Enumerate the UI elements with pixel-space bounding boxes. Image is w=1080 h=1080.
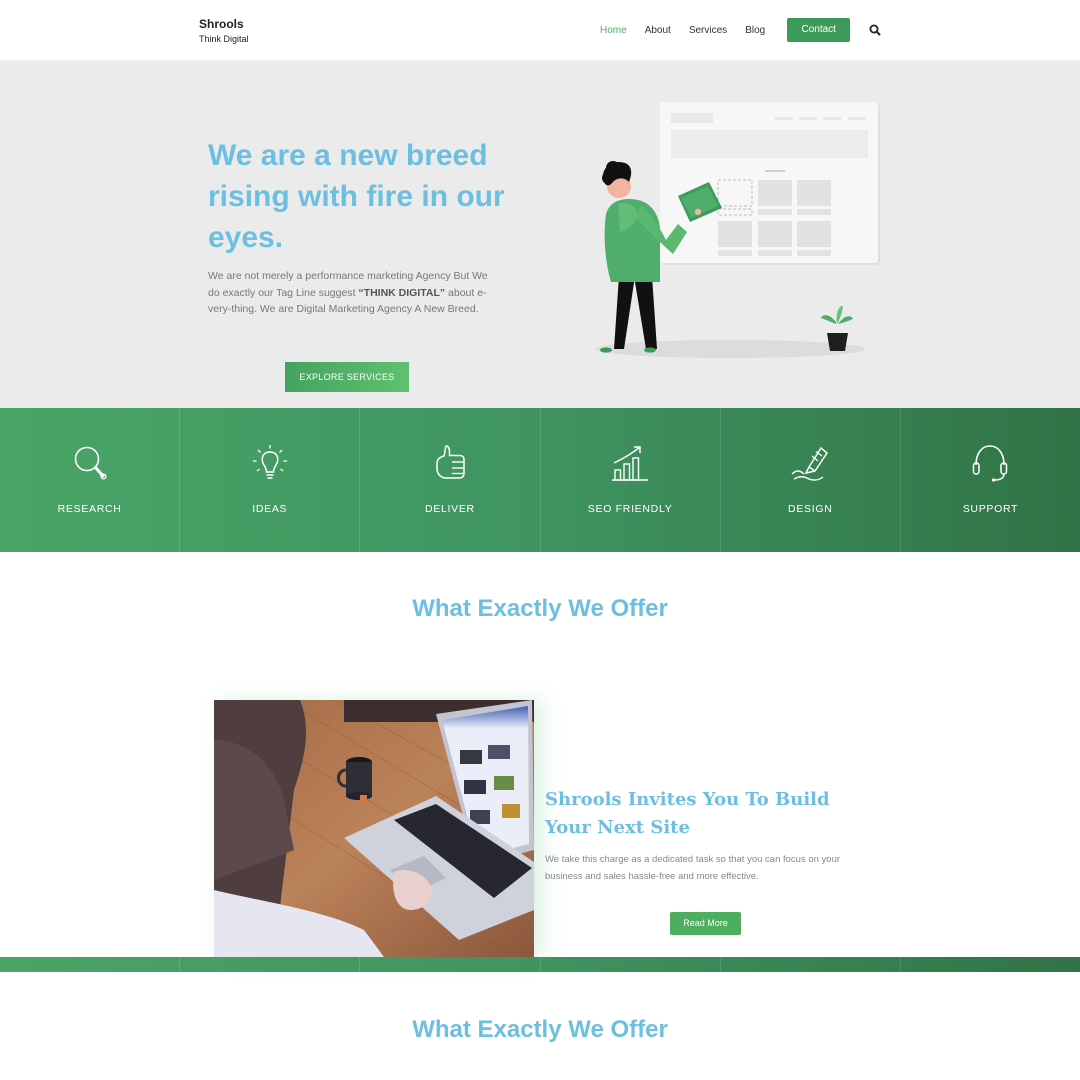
brand-name: Shrools <box>199 17 244 31</box>
feature-support[interactable]: SUPPORT <box>901 408 1080 552</box>
strip-segment <box>360 957 541 972</box>
hero-illustration <box>595 102 880 358</box>
hero-description: We are not merely a performance marketin… <box>208 268 498 318</box>
laptop-photo <box>214 700 534 957</box>
contact-button[interactable]: Contact <box>787 18 851 42</box>
lightbulb-icon <box>252 445 287 479</box>
offer-section-title-repeat: What Exactly We Offer <box>412 1016 668 1043</box>
feature-research[interactable]: RESEARCH <box>0 408 181 552</box>
laptop-photo-image <box>214 700 534 957</box>
nav-about[interactable]: About <box>645 25 671 36</box>
offer-card-text: We take this charge as a dedicated task … <box>545 854 841 882</box>
strip-segment <box>721 957 901 972</box>
growth-chart-icon <box>612 446 649 481</box>
feature-label: SEO FRIENDLY <box>587 503 673 515</box>
feature-design[interactable]: DESIGN <box>721 408 901 552</box>
brand-tagline: Think Digital <box>199 34 249 44</box>
navbar: Shrools Think Digital Home About Service… <box>0 0 1080 61</box>
hero-section: We are a new breed rising with fire in o… <box>0 61 1080 408</box>
offer-card-title: Shrools Invites You To Build Your Next S… <box>545 789 830 838</box>
feature-deliver[interactable]: DELIVER <box>360 408 541 552</box>
nav-blog[interactable]: Blog <box>745 25 765 36</box>
main-nav: Home About Services Blog Contact <box>600 18 882 42</box>
feature-label: DESIGN <box>788 503 833 515</box>
magnifier-icon <box>74 446 107 480</box>
offer-section-title: What Exactly We Offer <box>412 595 668 622</box>
brand-logo[interactable]: Shrools Think Digital <box>199 17 249 44</box>
hero-text-bold: “THINK DIGITAL” <box>358 286 446 299</box>
nav-home[interactable]: Home <box>600 25 627 36</box>
nav-services[interactable]: Services <box>689 25 727 36</box>
pencil-icon <box>791 446 829 481</box>
feature-label: RESEARCH <box>57 503 122 515</box>
strip-segment <box>541 957 721 972</box>
hero-title: We are a new breed rising with fire in o… <box>208 139 505 254</box>
features-bar: RESEARCH IDEAS DELIVER SEO FRIENDLY DESI… <box>0 408 1080 552</box>
strip-segment <box>901 957 1080 972</box>
feature-seo-friendly[interactable]: SEO FRIENDLY <box>541 408 721 552</box>
read-more-button[interactable]: Read More <box>670 912 741 935</box>
strip-segment <box>180 957 361 972</box>
feature-label: SUPPORT <box>962 503 1019 515</box>
feature-label: DELIVER <box>425 503 475 515</box>
headset-icon <box>973 445 1008 482</box>
feature-label: IDEAS <box>252 503 288 515</box>
search-icon[interactable] <box>868 23 882 37</box>
thumbs-up-icon <box>436 445 465 479</box>
green-divider-strip <box>0 957 1080 972</box>
explore-services-button[interactable]: EXPLORE SERVICES <box>285 362 409 392</box>
strip-segment <box>0 957 181 972</box>
feature-ideas[interactable]: IDEAS <box>180 408 361 552</box>
